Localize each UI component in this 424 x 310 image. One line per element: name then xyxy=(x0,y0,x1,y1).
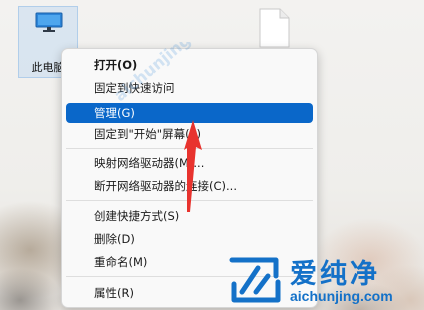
menu-item-map-network-drive[interactable]: 映射网络驱动器(M)... xyxy=(66,153,313,173)
file-icon[interactable] xyxy=(258,8,290,48)
watermark: 爱纯净 aichunjing.com xyxy=(226,250,424,310)
watermark-url: aichunjing.com xyxy=(290,288,393,304)
watermark-title: 爱纯净 xyxy=(290,259,380,290)
watermark-logo-icon xyxy=(229,257,281,303)
monitor-icon xyxy=(35,12,63,32)
desktop: 此电脑 打开(O) 固定到快速访问 管理(G) 固定到"开始"屏幕(P) 映射网… xyxy=(0,0,424,310)
menu-item-create-shortcut[interactable]: 创建快捷方式(S) xyxy=(66,206,313,226)
menu-item-pin-quick-access[interactable]: 固定到快速访问 xyxy=(66,78,313,98)
menu-separator xyxy=(66,148,313,149)
menu-item-disconnect-network-drive[interactable]: 断开网络驱动器的连接(C)... xyxy=(66,176,313,196)
menu-item-delete[interactable]: 删除(D) xyxy=(66,229,313,249)
menu-item-manage[interactable]: 管理(G) xyxy=(66,103,313,123)
menu-separator xyxy=(66,200,313,201)
menu-item-pin-start[interactable]: 固定到"开始"屏幕(P) xyxy=(66,124,313,144)
menu-item-open[interactable]: 打开(O) xyxy=(66,55,313,75)
